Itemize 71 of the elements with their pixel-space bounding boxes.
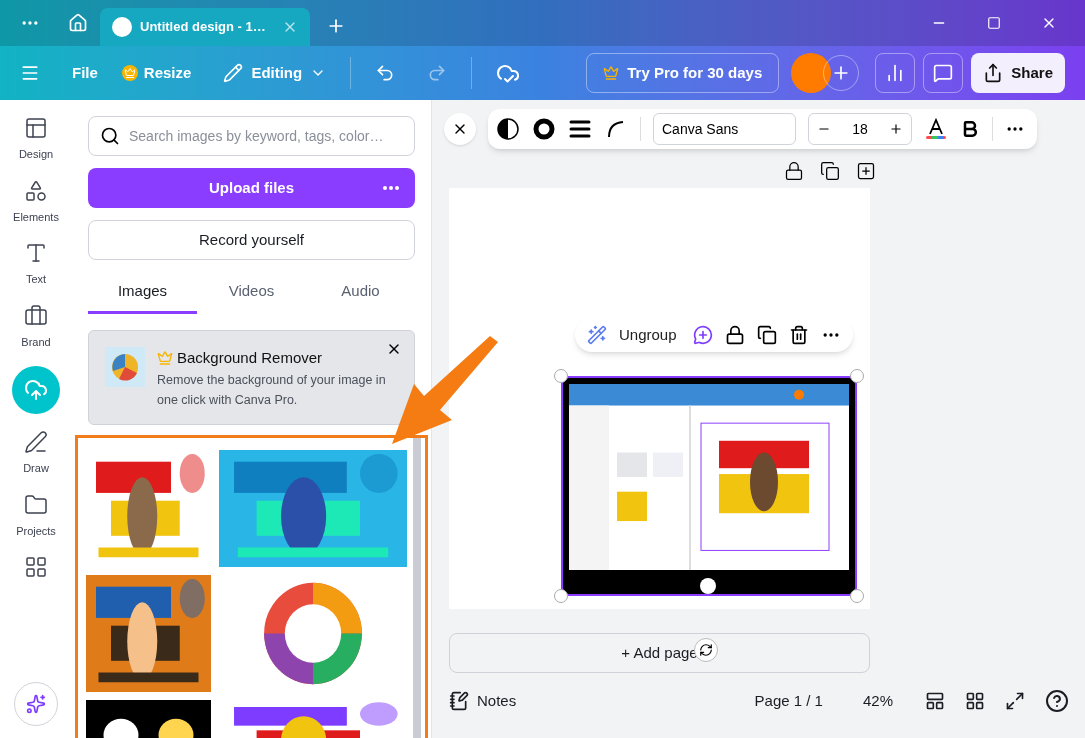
zoom-level[interactable]: 42% xyxy=(862,689,893,713)
menu-icon[interactable] xyxy=(20,63,40,83)
contrast-icon[interactable] xyxy=(496,117,520,141)
resize-handle[interactable] xyxy=(554,369,568,383)
crown-icon xyxy=(121,65,138,81)
fullscreen-icon[interactable] xyxy=(1005,691,1025,711)
text-color-icon[interactable] xyxy=(924,117,948,141)
search-field[interactable]: Search images by keyword, tags, color… xyxy=(88,116,415,156)
brand-icon xyxy=(24,303,48,328)
increase-icon[interactable] xyxy=(889,122,903,136)
maximize-icon[interactable] xyxy=(987,16,1001,30)
add-page-icon[interactable] xyxy=(856,161,876,181)
promo-text: Remove the background of your image in one click with Canva Pro. xyxy=(157,371,387,409)
resize-handle[interactable] xyxy=(554,589,568,603)
font-size-value[interactable]: 18 xyxy=(852,118,868,140)
uploads-icon xyxy=(24,378,48,402)
home-icon[interactable] xyxy=(68,13,88,33)
crown-icon xyxy=(603,65,620,81)
pencil-icon xyxy=(223,63,244,83)
thumbnail-view-icon[interactable] xyxy=(925,691,945,711)
comment-button[interactable] xyxy=(923,53,964,93)
sidebar-item[interactable]: Brand xyxy=(3,303,69,350)
crown-icon xyxy=(157,350,173,367)
try-pro-button[interactable]: Try Pro for 30 days xyxy=(586,53,780,93)
record-yourself-button[interactable]: Record yourself xyxy=(88,220,415,260)
close-button[interactable] xyxy=(444,113,476,145)
add-page-button[interactable]: + Add page xyxy=(449,633,870,673)
design-icon xyxy=(24,116,48,140)
notes-button[interactable]: Notes xyxy=(449,689,517,713)
duplicate-icon[interactable] xyxy=(756,325,777,345)
magic-edit-icon[interactable] xyxy=(587,325,607,345)
comment-add-icon[interactable] xyxy=(692,325,713,345)
border-style-icon[interactable] xyxy=(532,117,556,141)
lock-icon[interactable] xyxy=(784,161,804,181)
scrollbar[interactable] xyxy=(413,438,421,738)
page-indicator[interactable]: Page 1 / 1 xyxy=(754,689,823,713)
more-icon xyxy=(383,186,399,190)
resize-handle[interactable] xyxy=(850,369,864,383)
duplicate-icon[interactable] xyxy=(820,161,840,181)
media-tab[interactable]: Videos xyxy=(197,272,306,314)
refresh-icon xyxy=(699,643,713,657)
sidebar-item[interactable]: Elements xyxy=(3,178,69,225)
lock-icon[interactable] xyxy=(724,325,745,345)
share-icon xyxy=(983,63,1004,83)
insights-button[interactable] xyxy=(875,53,916,93)
sidebar-item[interactable]: Draw xyxy=(3,430,69,477)
sparkles-icon xyxy=(26,694,46,714)
ungroup-button[interactable]: Ungroup xyxy=(619,323,677,347)
font-dropdown[interactable]: Canva Sans xyxy=(653,113,796,145)
search-icon xyxy=(100,126,120,146)
resize-handle[interactable] xyxy=(850,589,864,603)
draw-icon xyxy=(24,430,48,454)
apps-icon xyxy=(24,555,48,579)
sidebar-item[interactable]: Projects xyxy=(3,492,69,539)
sidebar-item[interactable]: Design xyxy=(3,116,69,163)
sidebar-item[interactable]: Text xyxy=(3,241,69,288)
grid-view-icon[interactable] xyxy=(965,691,985,711)
help-icon[interactable] xyxy=(1045,689,1069,713)
elements-icon xyxy=(24,178,48,203)
media-tab[interactable]: Audio xyxy=(306,272,415,314)
media-tab[interactable]: Images xyxy=(88,272,197,314)
selected-element[interactable] xyxy=(561,376,857,596)
text-icon xyxy=(24,241,48,265)
delete-icon[interactable] xyxy=(788,325,809,345)
magic-button[interactable] xyxy=(14,682,58,726)
notes-icon xyxy=(449,691,469,711)
promo-title: Background Remover xyxy=(177,348,323,368)
comment-icon xyxy=(933,63,954,83)
upload-files-button[interactable]: Upload files xyxy=(88,168,415,208)
projects-icon xyxy=(24,492,48,517)
share-button[interactable]: Share xyxy=(971,53,1065,93)
